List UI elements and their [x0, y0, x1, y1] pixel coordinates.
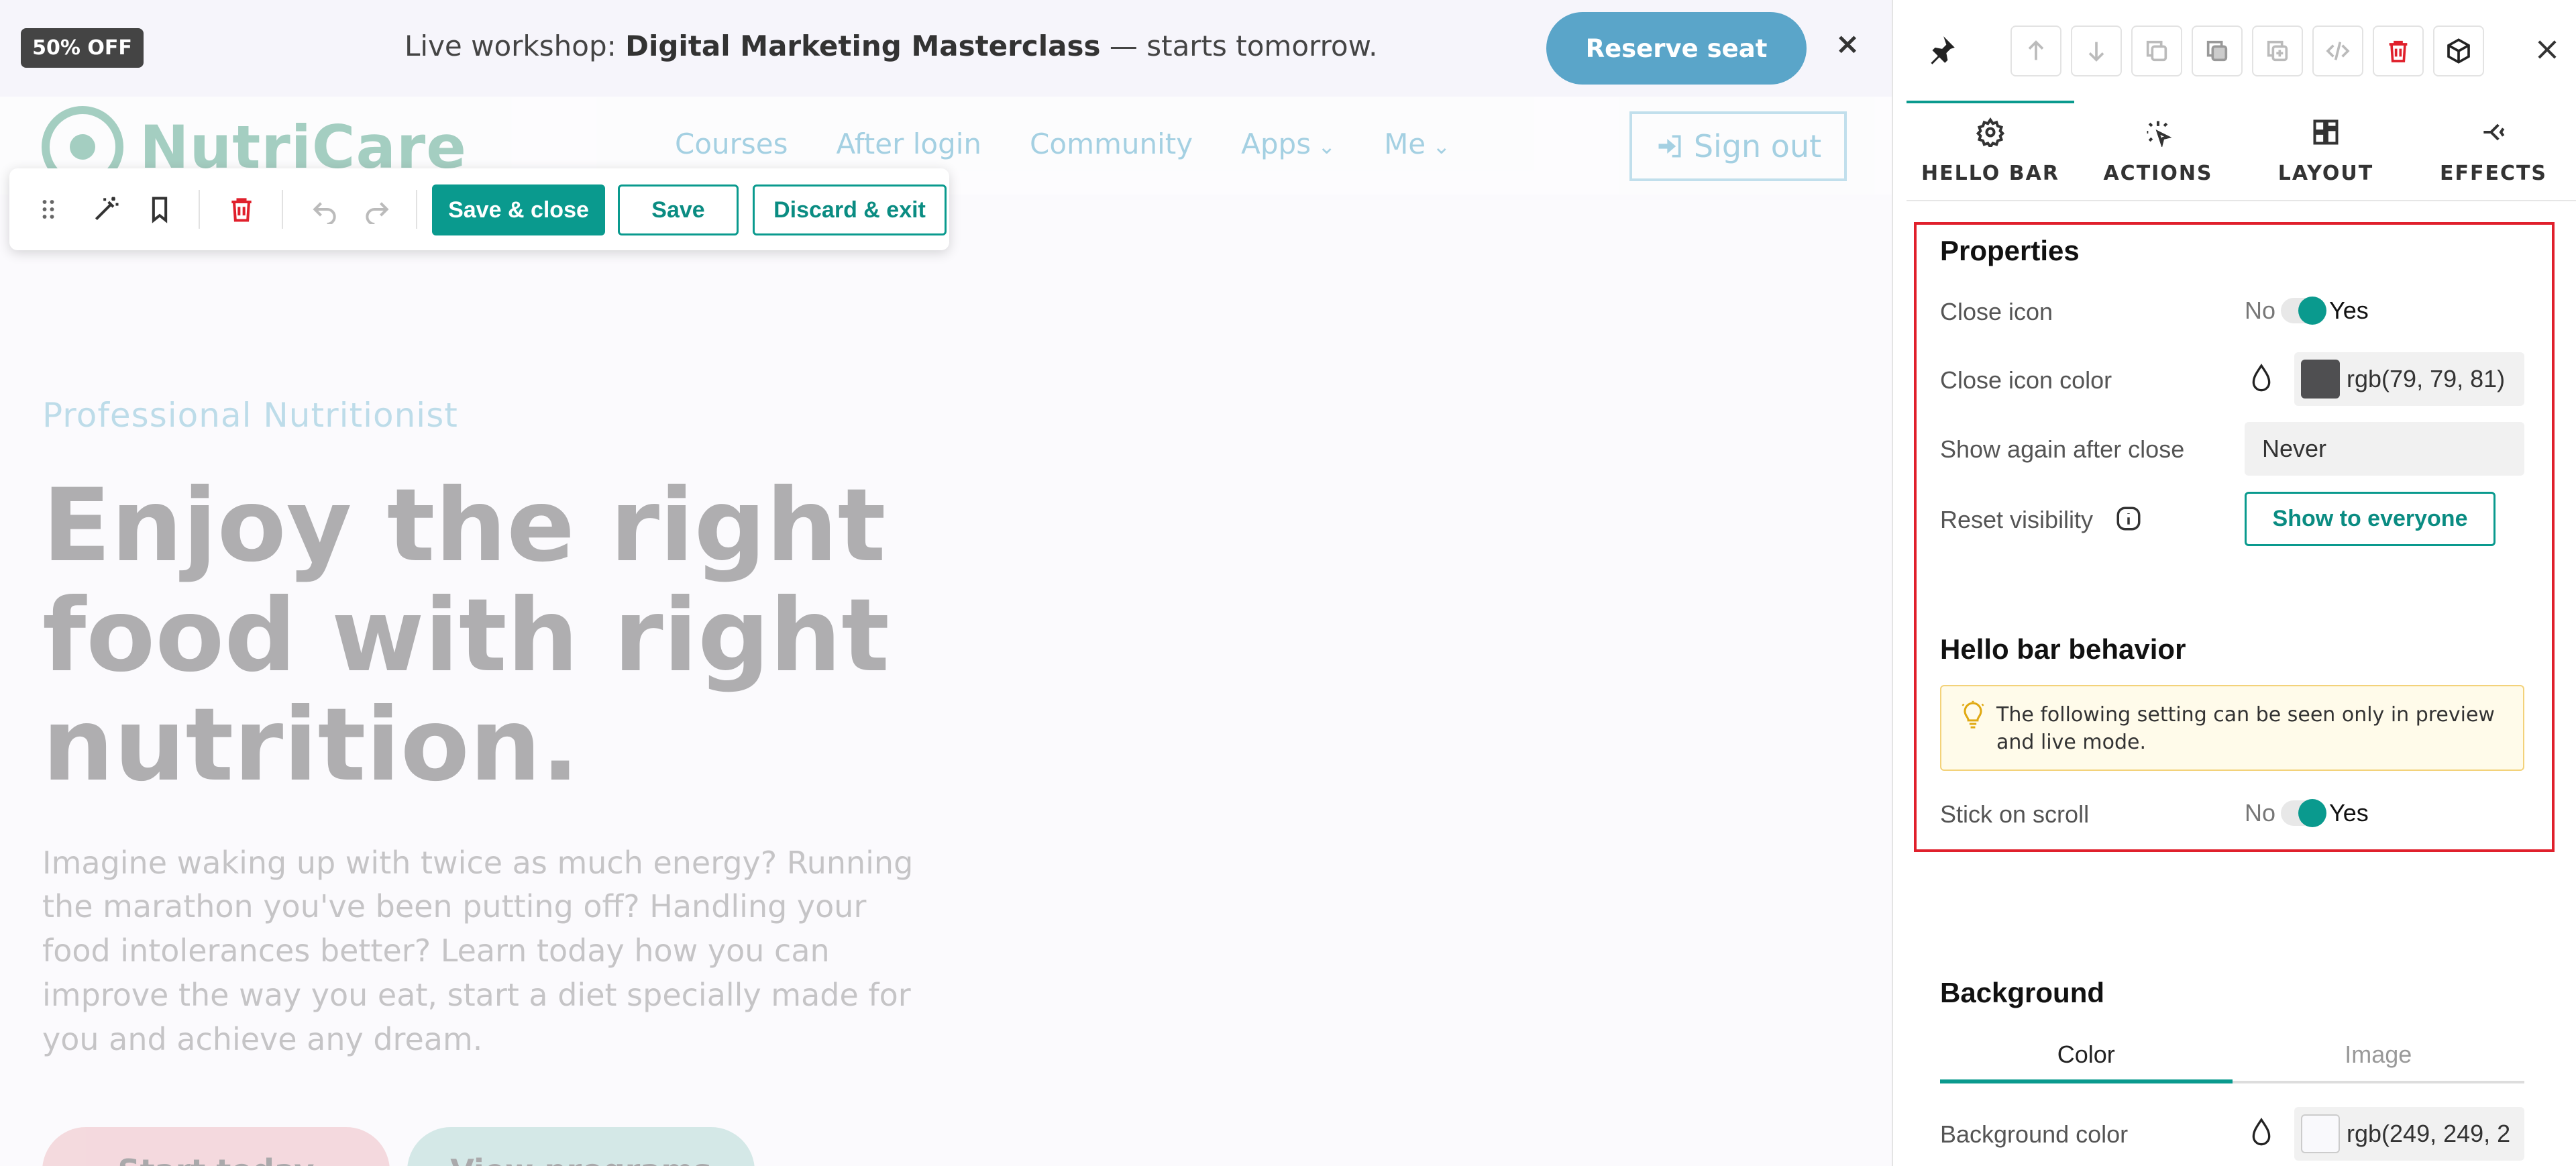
site-menu: Courses After login Community Apps Me — [675, 127, 1450, 160]
cursor-click-icon — [2147, 121, 2172, 147]
redo-icon[interactable] — [357, 189, 397, 229]
magic-wand-icon[interactable] — [86, 189, 126, 229]
toggle-no-label: No — [2245, 799, 2276, 827]
info-icon[interactable] — [2114, 505, 2143, 533]
show-to-everyone-button[interactable]: Show to everyone — [2245, 492, 2496, 546]
tab-background-image[interactable]: Image — [2233, 1030, 2525, 1081]
preview-notice: The following setting can be seen only i… — [1940, 685, 2524, 771]
sign-out-label: Sign out — [1693, 128, 1822, 164]
menu-item-community[interactable]: Community — [1030, 127, 1193, 160]
toggle-no-label: No — [2245, 297, 2276, 324]
background-tabs: Color Image — [1940, 1030, 2524, 1083]
stick-on-scroll-toggle[interactable]: No Yes — [2245, 797, 2369, 829]
tab-background-color[interactable]: Color — [1940, 1030, 2233, 1083]
toolbar-divider — [199, 190, 200, 229]
tab-label: HELLO BAR — [1921, 161, 2059, 185]
sign-out-button[interactable]: Sign out — [1629, 111, 1847, 181]
background-color-value: rgb(249, 249, 2 — [2347, 1120, 2511, 1147]
close-icon-color-value: rgb(79, 79, 81) — [2347, 365, 2506, 392]
toggle-track[interactable] — [2281, 297, 2327, 325]
layout-icon — [2313, 119, 2339, 145]
toolbar-divider — [416, 190, 417, 229]
save-button[interactable]: Save — [618, 184, 739, 235]
stick-on-scroll-label: Stick on scroll — [1940, 800, 2090, 828]
paste-icon[interactable] — [2192, 25, 2243, 76]
color-swatch[interactable] — [2301, 1114, 2340, 1153]
discard-exit-button[interactable]: Discard & exit — [753, 184, 947, 235]
droplet-icon[interactable] — [2248, 363, 2275, 395]
menu-item-courses[interactable]: Courses — [675, 127, 788, 160]
hello-bar-message-bold: Digital Marketing Masterclass — [625, 30, 1101, 62]
close-icon-color-field[interactable]: rgb(79, 79, 81) — [2294, 352, 2524, 406]
tab-label: EFFECTS — [2439, 161, 2548, 185]
promo-badge: 50% OFF — [21, 28, 144, 68]
menu-item-apps[interactable]: Apps — [1241, 127, 1336, 160]
notice-text: The following setting can be seen only i… — [1996, 703, 2495, 755]
code-icon[interactable] — [2312, 25, 2363, 76]
tab-hello-bar[interactable]: HELLO BAR — [1907, 101, 2074, 201]
hero-eyebrow: Professional Nutritionist — [42, 396, 458, 435]
delete-icon[interactable] — [221, 189, 262, 229]
sidebar-tabs: HELLO BAR ACTIONS LAYOUT EFFECTS — [1907, 101, 2576, 201]
toggle-knob — [2298, 297, 2327, 325]
editor-toolbar: Save & close Save Discard & exit — [9, 168, 949, 250]
hello-bar-close-icon[interactable]: × — [1834, 30, 1861, 59]
toggle-yes-label: Yes — [2329, 799, 2369, 827]
toolbar-divider — [282, 190, 283, 229]
behavior-title: Hello bar behavior — [1940, 633, 2186, 665]
lightbulb-icon — [1962, 700, 1984, 729]
hero-title: Enjoy the right food with right nutritio… — [42, 468, 890, 804]
menu-item-me[interactable]: Me — [1384, 127, 1450, 160]
background-color-field[interactable]: rgb(249, 249, 2 — [2294, 1107, 2524, 1161]
close-icon-toggle[interactable]: No Yes — [2245, 295, 2369, 327]
copy-icon[interactable] — [2131, 25, 2182, 76]
add-block-icon[interactable] — [2433, 25, 2484, 76]
hello-bar[interactable]: 50% OFF Live workshop: Digital Marketing… — [0, 0, 1892, 97]
bookmark-icon[interactable] — [140, 189, 180, 229]
reserve-seat-button[interactable]: Reserve seat — [1546, 12, 1807, 85]
toggle-track[interactable] — [2281, 799, 2327, 827]
background-color-label: Background color — [1940, 1120, 2129, 1148]
undo-icon[interactable] — [305, 189, 345, 229]
tab-label: LAYOUT — [2277, 161, 2374, 185]
reset-visibility-label: Reset visibility — [1940, 506, 2094, 533]
droplet-icon[interactable] — [2248, 1117, 2275, 1149]
properties-title: Properties — [1940, 235, 2080, 266]
gear-icon — [1976, 117, 2005, 147]
hero-section: Professional Nutritionist Enjoy the righ… — [42, 396, 981, 1061]
trash-icon[interactable] — [2373, 25, 2424, 76]
drag-handle-icon[interactable] — [28, 189, 68, 229]
save-close-button[interactable]: Save & close — [432, 184, 605, 235]
start-today-button[interactable]: Start today — [42, 1127, 390, 1166]
pin-icon[interactable] — [1924, 34, 1957, 67]
close-icon-label: Close icon — [1940, 298, 2053, 325]
menu-item-after-login[interactable]: After login — [837, 127, 982, 160]
tab-actions[interactable]: ACTIONS — [2074, 101, 2242, 201]
hero-ctas: Start today View programs — [42, 1127, 755, 1166]
color-swatch[interactable] — [2301, 360, 2340, 399]
show-again-select[interactable]: Never — [2245, 422, 2524, 476]
hello-bar-message-prefix: Live workshop: — [405, 30, 626, 62]
view-programs-button[interactable]: View programs — [407, 1127, 755, 1166]
sidebar-toolbar: × — [1893, 0, 2576, 101]
tab-layout[interactable]: LAYOUT — [2242, 101, 2410, 201]
move-down-icon[interactable] — [2071, 25, 2122, 76]
move-up-icon[interactable] — [2010, 25, 2061, 76]
close-icon-color-label: Close icon color — [1940, 366, 2112, 394]
hello-bar-message: Live workshop: Digital Marketing Masterc… — [405, 30, 1377, 62]
page-canvas: 50% OFF Live workshop: Digital Marketing… — [0, 0, 1892, 1166]
background-title: Background — [1940, 977, 2105, 1008]
sign-out-icon — [1658, 135, 1681, 158]
tab-effects[interactable]: EFFECTS — [2410, 101, 2576, 201]
hero-description: Imagine waking up with twice as much ene… — [42, 844, 914, 1057]
effects-icon — [2483, 123, 2505, 140]
toggle-knob — [2298, 799, 2327, 827]
sidebar-close-icon[interactable]: × — [2532, 30, 2563, 68]
tab-label: ACTIONS — [2103, 161, 2213, 185]
duplicate-icon[interactable] — [2252, 25, 2303, 76]
toggle-yes-label: Yes — [2329, 297, 2369, 324]
hello-bar-message-suffix: — starts tomorrow. — [1100, 30, 1378, 62]
show-again-label: Show again after close — [1940, 435, 2185, 463]
